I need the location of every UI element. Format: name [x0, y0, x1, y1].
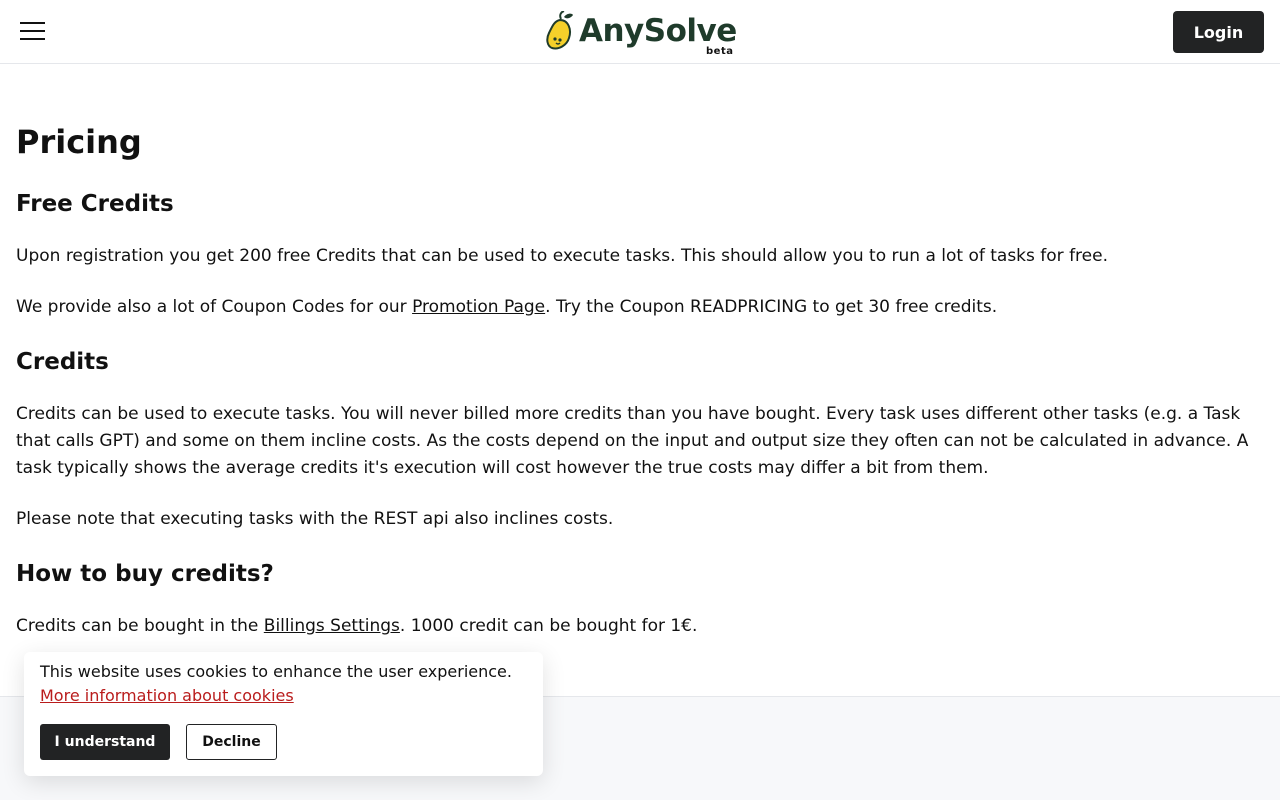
cookie-message: This website uses cookies to enhance the… — [40, 662, 512, 681]
buy-text-after: . 1000 credit can be bought for 1€. — [399, 616, 698, 636]
coupon-text-before: We provide also a lot of Coupon Codes fo… — [16, 297, 413, 317]
brand-name: AnySolve — [579, 13, 737, 49]
buy-credits-paragraph: Credits can be bought in the Billings Se… — [16, 613, 1266, 640]
cookie-banner: This website uses cookies to enhance the… — [24, 652, 543, 776]
coupon-text-after: . Try the Coupon READPRICING to get 30 f… — [545, 297, 998, 317]
menu-icon-bar — [20, 38, 45, 40]
page-title: Pricing — [16, 123, 142, 161]
billings-settings-link[interactable]: Billings Settings — [264, 616, 400, 636]
login-button[interactable]: Login — [1173, 11, 1264, 53]
credits-paragraph: Credits can be used to execute tasks. Yo… — [16, 404, 1249, 478]
brand-logo[interactable]: AnySolve beta — [546, 10, 737, 60]
menu-icon-bar — [20, 30, 45, 32]
accept-cookies-button[interactable]: I understand — [40, 724, 170, 760]
lemon-icon — [546, 11, 573, 50]
section-heading-buy-credits: How to buy credits? — [16, 561, 274, 587]
free-credits-paragraph: Upon registration you get 200 free Credi… — [16, 246, 1108, 266]
buy-text-before: Credits can be bought in the — [16, 616, 264, 636]
menu-icon-bar — [20, 22, 45, 24]
section-heading-credits: Credits — [16, 349, 109, 375]
cookie-info-link[interactable]: More information about cookies — [40, 685, 294, 707]
promotion-page-link[interactable]: Promotion Page — [412, 297, 545, 317]
top-navbar: AnySolve beta Login — [0, 0, 1280, 64]
decline-cookies-button[interactable]: Decline — [186, 724, 277, 760]
coupon-paragraph: We provide also a lot of Coupon Codes fo… — [16, 294, 1266, 321]
menu-icon[interactable] — [20, 20, 46, 42]
beta-label: beta — [706, 46, 734, 57]
rest-api-paragraph: Please note that executing tasks with th… — [16, 509, 614, 529]
section-heading-free-credits: Free Credits — [16, 191, 174, 217]
